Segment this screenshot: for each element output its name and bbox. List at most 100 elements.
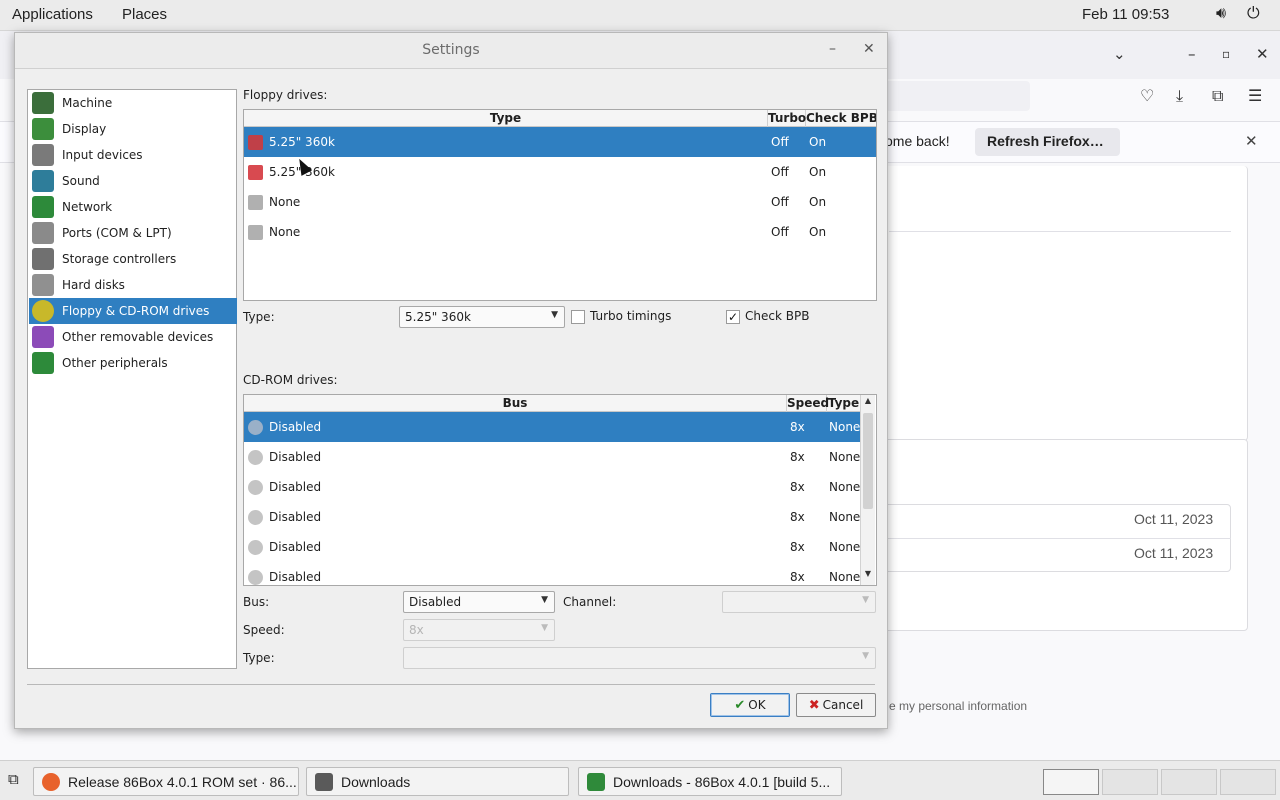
table-row[interactable]: Disabled 8x None <box>244 532 860 562</box>
cdrom-speed-value: 8x <box>409 623 424 637</box>
cancel-button[interactable]: ✖ Cancel <box>796 693 876 717</box>
category-input-devices[interactable]: Input devices <box>29 142 237 168</box>
cancel-label: Cancel <box>822 698 864 712</box>
download-date: Oct 11, 2023 <box>1134 511 1214 527</box>
cdrom-bus-cell: Disabled <box>269 450 322 464</box>
taskbar-item-label: Downloads <box>341 774 411 790</box>
category-floppy-cdrom[interactable]: Floppy & CD-ROM drives <box>29 298 237 324</box>
taskbar-item-firefox[interactable]: Release 86Box 4.0.1 ROM set · 86... <box>33 767 299 796</box>
chevron-down-icon[interactable]: ⌄ <box>1113 45 1126 63</box>
close-icon[interactable]: ✕ <box>1245 132 1258 150</box>
column-header-bus[interactable]: Bus <box>244 395 787 412</box>
power-icon[interactable]: ⏻ <box>1247 5 1260 23</box>
cdrom-disabled-icon <box>248 450 263 465</box>
cdrom-speed-cell: 8x <box>790 540 805 554</box>
turbo-timings-checkbox[interactable] <box>571 310 585 324</box>
category-other-removable[interactable]: Other removable devices <box>29 324 237 350</box>
category-display[interactable]: Display <box>29 116 237 142</box>
category-label: Floppy & CD-ROM drives <box>62 304 210 318</box>
category-other-peripherals[interactable]: Other peripherals <box>29 350 237 376</box>
category-sound[interactable]: Sound <box>29 168 237 194</box>
cdrom-bus-select[interactable]: Disabled ▼ <box>403 591 555 613</box>
scroll-up-icon[interactable]: ▲ <box>861 396 875 410</box>
extensions-icon[interactable]: ⧉ <box>1212 86 1223 106</box>
clock[interactable]: Feb 11 09:53 <box>1082 6 1169 23</box>
category-list[interactable]: Machine Display Input devices Sound Netw… <box>27 89 237 669</box>
cdrom-type-cell: None <box>829 570 861 584</box>
cdrom-speed-cell: 8x <box>790 510 805 524</box>
dialog-titlebar[interactable]: Settings – ✕ <box>15 33 887 69</box>
close-icon[interactable]: ✕ <box>1256 45 1269 63</box>
speaker-icon[interactable]: 🔊︎ <box>1216 5 1226 23</box>
minimize-icon[interactable]: – <box>1188 45 1196 63</box>
table-row[interactable]: 5.25" 360k Off On <box>244 127 876 157</box>
table-row[interactable]: None Off On <box>244 187 876 217</box>
places-menu[interactable]: Places <box>122 6 167 23</box>
footer-link[interactable]: e my personal information <box>889 699 1027 713</box>
cdrom-channel-select[interactable]: ▼ <box>722 591 876 613</box>
table-row[interactable]: Disabled 8x None <box>244 442 860 472</box>
category-label: Hard disks <box>62 278 125 292</box>
show-desktop-icon[interactable]: ⧉ <box>8 770 19 788</box>
floppy-drives-table[interactable]: Type Turbo Check BPB 5.25" 360k Off On 5… <box>243 109 877 301</box>
cdrom-scrollbar[interactable]: ▲ ▼ <box>860 395 875 585</box>
workspace-4[interactable] <box>1220 769 1276 795</box>
ok-button[interactable]: ✔ OK <box>710 693 790 717</box>
checkmark-icon: ✔ <box>734 698 746 713</box>
notice-text: ome back! <box>885 133 950 149</box>
cdrom-bus-value: Disabled <box>409 595 462 609</box>
content-card <box>870 166 1248 441</box>
check-bpb-checkbox[interactable]: ✓ <box>726 310 740 324</box>
table-row[interactable]: None Off On <box>244 217 876 247</box>
category-hard-disks[interactable]: Hard disks <box>29 272 237 298</box>
scroll-down-icon[interactable]: ▼ <box>861 569 875 583</box>
workspace-2[interactable] <box>1102 769 1158 795</box>
dropdown-arrow-icon: ▼ <box>551 310 558 320</box>
category-network[interactable]: Network <box>29 194 237 220</box>
cdrom-speed-select[interactable]: 8x ▼ <box>403 619 555 641</box>
column-header-type[interactable]: Type <box>827 395 860 412</box>
floppy-disk-icon <box>248 135 263 150</box>
minimize-icon[interactable]: – <box>829 41 836 57</box>
scroll-thumb[interactable] <box>863 413 873 509</box>
cdrom-section-label: CD-ROM drives: <box>243 373 338 387</box>
category-storage-controllers[interactable]: Storage controllers <box>29 246 237 272</box>
pocket-icon[interactable]: ♡ <box>1140 86 1154 105</box>
cdrom-disabled-icon <box>248 540 263 555</box>
close-icon[interactable]: ✕ <box>863 41 875 57</box>
cdrom-type-select[interactable]: ▼ <box>403 647 876 669</box>
cdrom-bus-cell: Disabled <box>269 510 322 524</box>
cross-icon: ✖ <box>808 698 820 713</box>
workspace-1[interactable] <box>1043 769 1099 795</box>
category-ports[interactable]: Ports (COM & LPT) <box>29 220 237 246</box>
taskbar-item-downloads[interactable]: Downloads <box>306 767 569 796</box>
column-header-type[interactable]: Type <box>244 110 768 127</box>
speaker-icon <box>32 170 54 192</box>
column-header-speed[interactable]: Speed <box>787 395 829 412</box>
table-row[interactable]: Disabled 8x None <box>244 412 860 442</box>
dropdown-arrow-icon: ▼ <box>862 595 869 605</box>
applications-menu[interactable]: Applications <box>12 6 93 23</box>
taskbar-item-86box[interactable]: Downloads - 86Box 4.0.1 [build 5... <box>578 767 842 796</box>
menu-icon[interactable]: ☰ <box>1248 86 1262 105</box>
column-header-turbo[interactable]: Turbo <box>768 110 806 127</box>
maximize-icon[interactable]: ▫ <box>1222 47 1230 61</box>
check-bpb-label: Check BPB <box>745 309 810 323</box>
refresh-firefox-button[interactable]: Refresh Firefox… <box>975 128 1120 156</box>
category-machine[interactable]: Machine <box>29 90 237 116</box>
download-icon[interactable]: ⤓ <box>1176 86 1183 106</box>
column-header-check-bpb[interactable]: Check BPB <box>806 110 876 127</box>
category-label: Storage controllers <box>62 252 177 266</box>
cdrom-drives-table[interactable]: Bus Speed Type Disabled 8x None Disabled… <box>243 394 877 586</box>
turbo-timings-label: Turbo timings <box>590 309 672 323</box>
floppy-disabled-icon <box>248 195 263 210</box>
display-icon <box>32 118 54 140</box>
table-row[interactable]: Disabled 8x None <box>244 502 860 532</box>
workspace-3[interactable] <box>1161 769 1217 795</box>
table-row[interactable]: 5.25" 360k Off On <box>244 157 876 187</box>
cdrom-speed-cell: 8x <box>790 420 805 434</box>
table-row[interactable]: Disabled 8x None <box>244 472 860 502</box>
category-label: Machine <box>62 96 113 110</box>
floppy-type-select[interactable]: 5.25" 360k ▼ <box>399 306 565 328</box>
table-row[interactable]: Disabled 8x None <box>244 562 861 585</box>
